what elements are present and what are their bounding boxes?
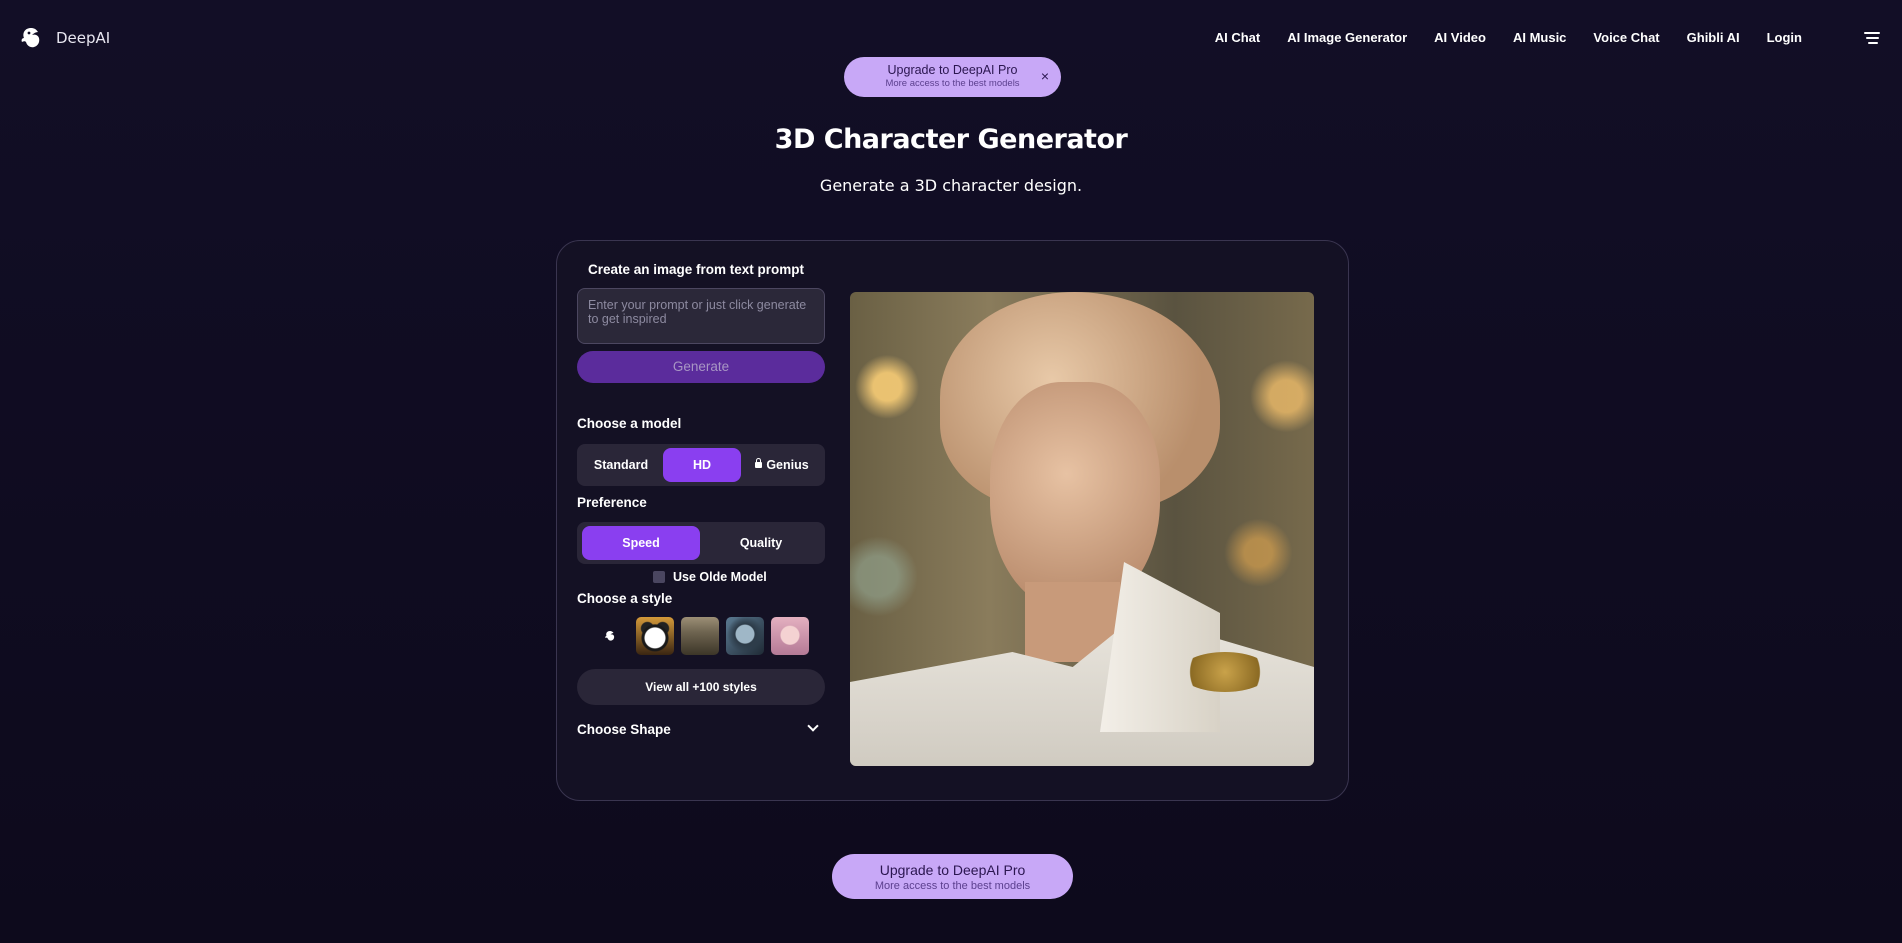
nav-links: AI Chat AI Image Generator AI Video AI M…	[1215, 30, 1802, 45]
style-thumbnails	[591, 617, 809, 655]
preference-section-title: Preference	[577, 495, 647, 510]
upgrade-pro-title: Upgrade to DeepAI Pro	[879, 862, 1026, 878]
model-genius-label: Genius	[766, 458, 809, 472]
close-icon[interactable]: ×	[1041, 68, 1049, 84]
choose-shape-dropdown[interactable]: Choose Shape	[577, 720, 825, 741]
page-title: 3D Character Generator	[774, 124, 1128, 155]
model-hd-option[interactable]: HD	[663, 448, 741, 482]
deepai-logo-icon	[605, 631, 615, 641]
nav-link-ai-music[interactable]: AI Music	[1513, 30, 1566, 45]
olde-model-checkbox[interactable]	[653, 571, 665, 583]
style-section-title: Choose a style	[577, 591, 673, 606]
choose-shape-label: Choose Shape	[577, 722, 671, 737]
create-image-title: Create an image from text prompt	[588, 262, 805, 277]
model-selector: Standard HD Genius	[577, 444, 825, 486]
style-panda-option[interactable]	[636, 617, 674, 655]
preview-gold-embroidery	[1180, 652, 1270, 692]
model-standard-option[interactable]: Standard	[581, 448, 661, 482]
model-section-title: Choose a model	[577, 416, 682, 431]
nav-link-ai-chat[interactable]: AI Chat	[1215, 30, 1261, 45]
nav-link-voice-chat[interactable]: Voice Chat	[1593, 30, 1659, 45]
preference-quality-option[interactable]: Quality	[702, 526, 820, 560]
prompt-input[interactable]: Enter your prompt or just click generate…	[577, 288, 825, 344]
nav-link-login[interactable]: Login	[1767, 30, 1802, 45]
nav-link-ghibli-ai[interactable]: Ghibli AI	[1687, 30, 1740, 45]
preference-speed-option[interactable]: Speed	[582, 526, 700, 560]
hamburger-menu-icon[interactable]	[1864, 32, 1880, 44]
style-none-option[interactable]	[591, 617, 629, 655]
brand[interactable]: DeepAI	[20, 26, 110, 50]
upgrade-banner[interactable]: Upgrade to DeepAI Pro More access to the…	[844, 57, 1061, 97]
upgrade-banner-subtitle: More access to the best models	[885, 78, 1020, 89]
upgrade-pro-button[interactable]: Upgrade to DeepAI Pro More access to the…	[832, 854, 1073, 899]
model-genius-option[interactable]: Genius	[743, 448, 821, 482]
upgrade-pro-subtitle: More access to the best models	[874, 880, 1031, 892]
style-portrait-option[interactable]	[771, 617, 809, 655]
upgrade-banner-title: Upgrade to DeepAI Pro	[887, 63, 1018, 77]
generate-button[interactable]: Generate	[577, 351, 825, 383]
deepai-logo-icon	[21, 28, 40, 48]
view-all-styles-button[interactable]: View all +100 styles	[577, 669, 825, 705]
chevron-down-icon	[807, 720, 819, 732]
generated-image-preview	[850, 292, 1314, 766]
nav-link-ai-video[interactable]: AI Video	[1434, 30, 1486, 45]
olde-model-toggle[interactable]: Use Olde Model	[653, 570, 767, 584]
style-robot-option[interactable]	[726, 617, 764, 655]
page-subtitle: Generate a 3D character design.	[819, 176, 1083, 195]
generator-card: Create an image from text prompt Enter y…	[556, 240, 1349, 801]
olde-model-label: Use Olde Model	[673, 570, 767, 584]
lock-icon	[755, 458, 763, 468]
preference-selector: Speed Quality	[577, 522, 825, 564]
brand-name: DeepAI	[56, 29, 111, 47]
style-forest-option[interactable]	[681, 617, 719, 655]
nav-link-ai-image-generator[interactable]: AI Image Generator	[1287, 30, 1407, 45]
